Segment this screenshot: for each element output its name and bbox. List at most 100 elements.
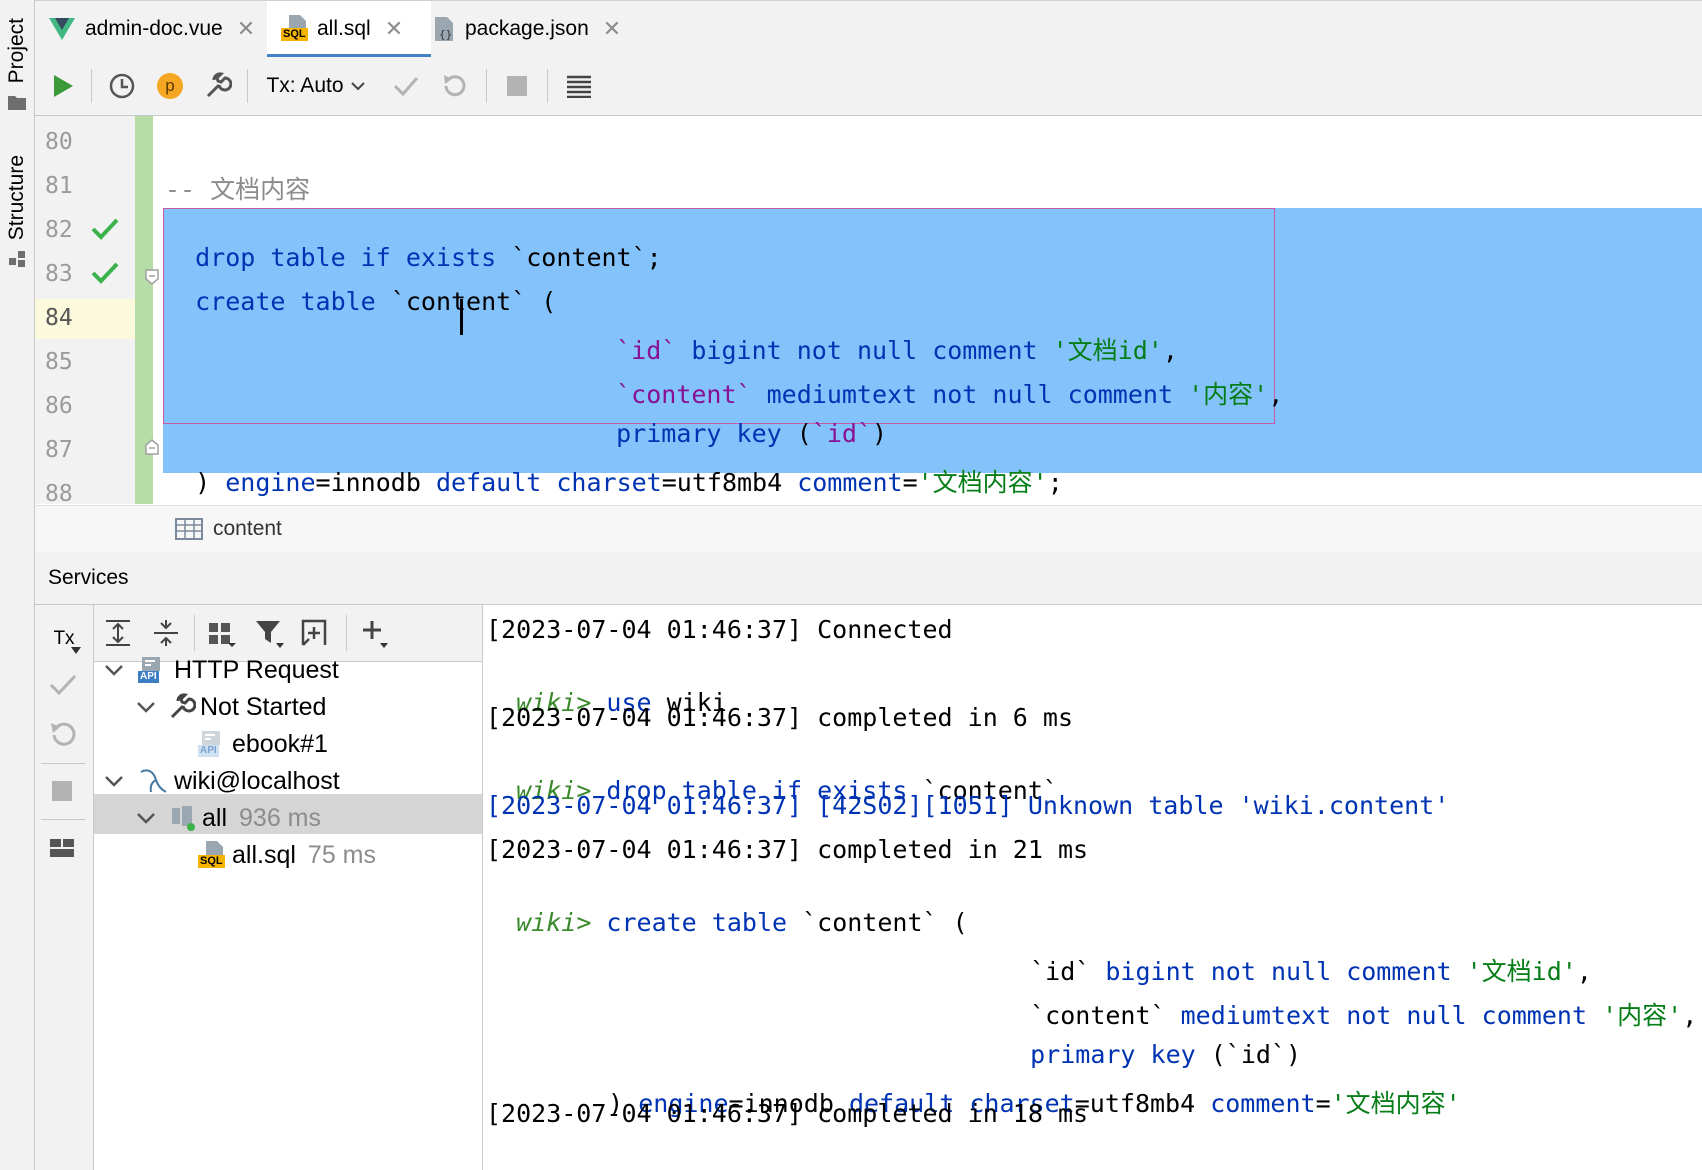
folder-icon [8,96,26,111]
layout-icon[interactable] [49,837,77,859]
tree-node-ebook[interactable]: API ebook#1 [198,724,328,764]
tree-timing: 75 ms [307,840,377,869]
services-tree: API HTTP Request Not Started API ebook#1… [94,656,483,1170]
line-number: 84 [45,305,73,331]
api-icon: API [198,729,228,759]
p-badge-icon: p [157,73,183,99]
stop-button[interactable] [497,57,537,115]
tree-label: HTTP Request [174,655,339,684]
close-icon[interactable]: ✕ [237,16,255,42]
stop-icon[interactable] [52,781,72,801]
chevron-down-icon[interactable] [104,774,124,788]
line-number: 87 [45,437,73,463]
json-file-icon: {} [435,17,453,41]
chevron-down-icon[interactable] [104,663,124,677]
clock-icon [109,73,135,99]
tx-button[interactable]: Tx [47,621,81,657]
rollback-icon[interactable] [49,721,77,749]
chevron-down-icon[interactable] [136,811,156,825]
tab-admin-doc-vue[interactable]: admin-doc.vue ✕ [49,1,269,57]
services-side-toolbar: Tx [35,605,94,1170]
tab-all-sql[interactable]: SQL all.sql ✕ [267,1,431,58]
execute-button[interactable] [45,57,81,115]
table-icon [175,518,203,540]
fold-icon[interactable] [144,268,160,286]
close-icon[interactable]: ✕ [603,16,621,42]
tree-timing: 936 ms [239,803,321,832]
line-number: 83 [45,261,73,287]
tree-label: all [202,803,228,832]
close-icon[interactable]: ✕ [385,16,403,42]
code-comment: -- 文档内容 [165,175,311,204]
tree-label: wiki@localhost [174,766,340,795]
breadcrumb-item[interactable]: content [213,517,282,541]
add-service-icon[interactable] [300,617,332,649]
line-number: 88 [45,481,73,507]
code-line-83: create table `content` ( [195,287,557,316]
wrench-icon [206,72,232,98]
commit-button[interactable] [387,57,425,115]
console-line: [2023-07-04 01:46:37] completed in 18 ms [486,1099,1089,1128]
line-number: 86 [45,393,73,419]
console-error-line: [2023-07-04 01:46:37] [42S02][1051] Unkn… [486,791,1450,820]
sql-file-icon: SQL [198,840,228,870]
settings-button[interactable] [199,57,237,115]
chevron-down-icon [350,82,365,91]
svg-text:{}: {} [439,28,452,41]
tree-node-all[interactable]: all 936 ms [136,798,321,838]
executed-check-icon [91,218,119,240]
console-session-icon [172,806,195,831]
collapse-all-icon[interactable] [152,619,180,647]
text-caret [460,299,463,335]
sql-file-icon: SQL [281,14,309,44]
api-icon: API [138,655,168,685]
structure-tab-label: Structure [5,155,28,241]
tool-window-strip: Project Structure [0,0,35,1170]
project-tool-tab[interactable]: Project [0,18,34,111]
fold-icon[interactable] [144,438,160,456]
table-icon [567,75,591,98]
services-header: Services [35,552,1702,605]
history-button[interactable] [103,57,141,115]
project-tab-label: Project [5,18,28,84]
mysql-dolphin-icon [140,769,167,793]
profile-button[interactable]: p [151,57,189,115]
line-number: 85 [45,349,73,375]
line-number: 81 [45,173,73,199]
output-table-button[interactable] [559,57,599,115]
tree-node-http-request[interactable]: API HTTP Request [104,650,339,690]
executed-check-icon [91,262,119,284]
tx-mode-label: Tx: Auto [266,74,344,97]
code-line-87: ) engine=innodb default charset=utf8mb4 … [195,468,1063,497]
check-icon [393,77,419,97]
filter-icon[interactable] [254,617,286,649]
console-line: [2023-07-04 01:46:37] Connected [486,615,953,644]
tree-label: Not Started [200,692,327,721]
structure-tool-tab[interactable]: Structure [0,155,34,268]
structure-icon [9,251,25,268]
line-number: 82 [45,217,73,243]
stop-icon [507,76,527,96]
add-icon[interactable] [360,617,392,649]
services-title: Services [48,566,129,589]
tree-label: ebook#1 [232,729,328,758]
tree-label: all.sql [232,840,296,869]
tab-package-json[interactable]: {} package.json ✕ [431,1,661,57]
tree-node-all-sql[interactable]: SQL all.sql 75 ms [198,835,376,875]
undo-icon [444,75,466,97]
console-line: wiki> create table `content` ( [516,908,968,937]
vue-icon [49,18,75,40]
dropdown-triangle-icon [71,647,81,654]
tree-node-wiki-localhost[interactable]: wiki@localhost [104,761,340,801]
tree-node-not-started[interactable]: Not Started [136,687,326,727]
wrench-icon [170,693,196,719]
tab-label: all.sql [317,17,371,40]
console-line: [2023-07-04 01:46:37] completed in 21 ms [486,835,1089,864]
tab-label: package.json [465,17,589,40]
expand-all-icon[interactable] [104,619,132,647]
rollback-button[interactable] [435,57,473,115]
commit-check-icon[interactable] [49,673,77,697]
chevron-down-icon[interactable] [136,700,156,714]
group-by-icon[interactable] [206,619,236,647]
tx-mode-dropdown[interactable]: Tx: Auto [261,57,371,115]
